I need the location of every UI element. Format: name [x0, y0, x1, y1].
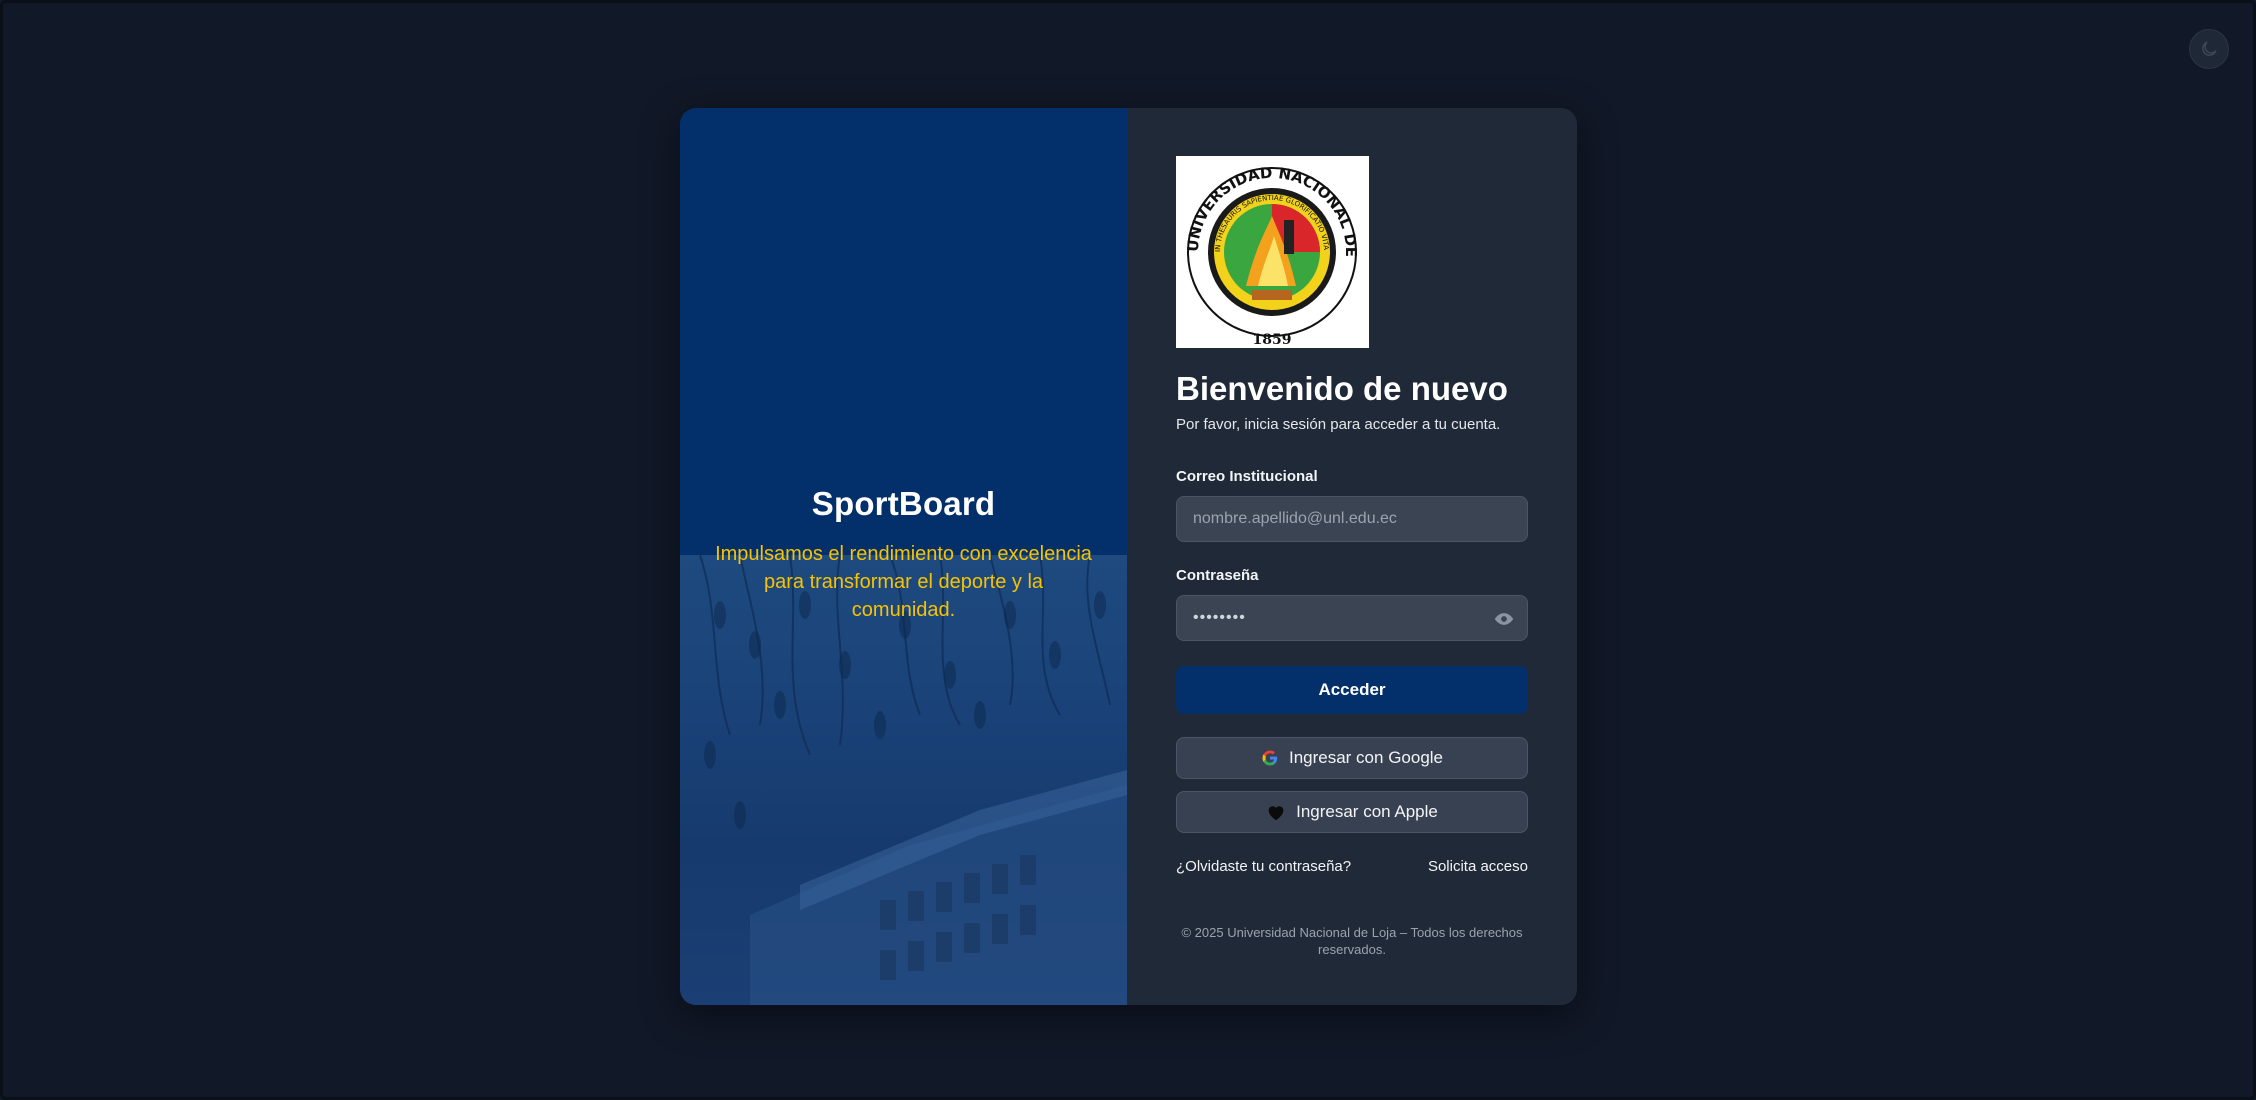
show-password-button[interactable] — [1493, 608, 1515, 630]
forgot-password-link[interactable]: ¿Olvidaste tu contraseña? — [1176, 858, 1351, 875]
password-input[interactable] — [1176, 595, 1528, 641]
footer-copyright: © 2025 Universidad Nacional de Loja – To… — [1181, 925, 1523, 957]
email-input[interactable] — [1176, 496, 1528, 542]
heart-icon — [1268, 806, 1284, 821]
login-card: SportBoard Impulsamos el rendimiento con… — [680, 108, 1577, 1005]
email-label: Correo Institucional — [1176, 468, 1318, 485]
apple-login-label: Ingresar con Apple — [1296, 802, 1438, 821]
welcome-subheading: Por favor, inicia sesión para acceder a … — [1176, 416, 1501, 433]
password-label: Contraseña — [1176, 567, 1259, 584]
brand-panel: SportBoard Impulsamos el rendimiento con… — [680, 108, 1127, 1005]
google-login-button[interactable]: Ingresar con Google — [1176, 737, 1528, 779]
apple-login-button[interactable]: Ingresar con Apple — [1176, 791, 1528, 833]
submit-button[interactable]: Acceder — [1176, 666, 1528, 714]
welcome-heading: Bienvenido de nuevo — [1176, 370, 1508, 407]
login-form-panel: UNIVERSIDAD NACIONAL DE LOJA IN THESAURI… — [1127, 108, 1577, 1005]
moon-icon — [2202, 41, 2217, 56]
request-access-link[interactable]: Solicita acceso — [1428, 858, 1528, 875]
google-login-label: Ingresar con Google — [1288, 748, 1444, 767]
brand-tagline: Impulsamos el rendimiento con excelencia… — [715, 543, 1092, 621]
university-logo: UNIVERSIDAD NACIONAL DE LOJA IN THESAURI… — [1170, 142, 1369, 348]
google-icon — [1262, 750, 1278, 766]
logo-year: 1859 — [1253, 332, 1292, 348]
brand-title: SportBoard — [811, 485, 996, 522]
eye-icon — [1494, 613, 1514, 625]
theme-toggle-button[interactable] — [2189, 29, 2229, 69]
